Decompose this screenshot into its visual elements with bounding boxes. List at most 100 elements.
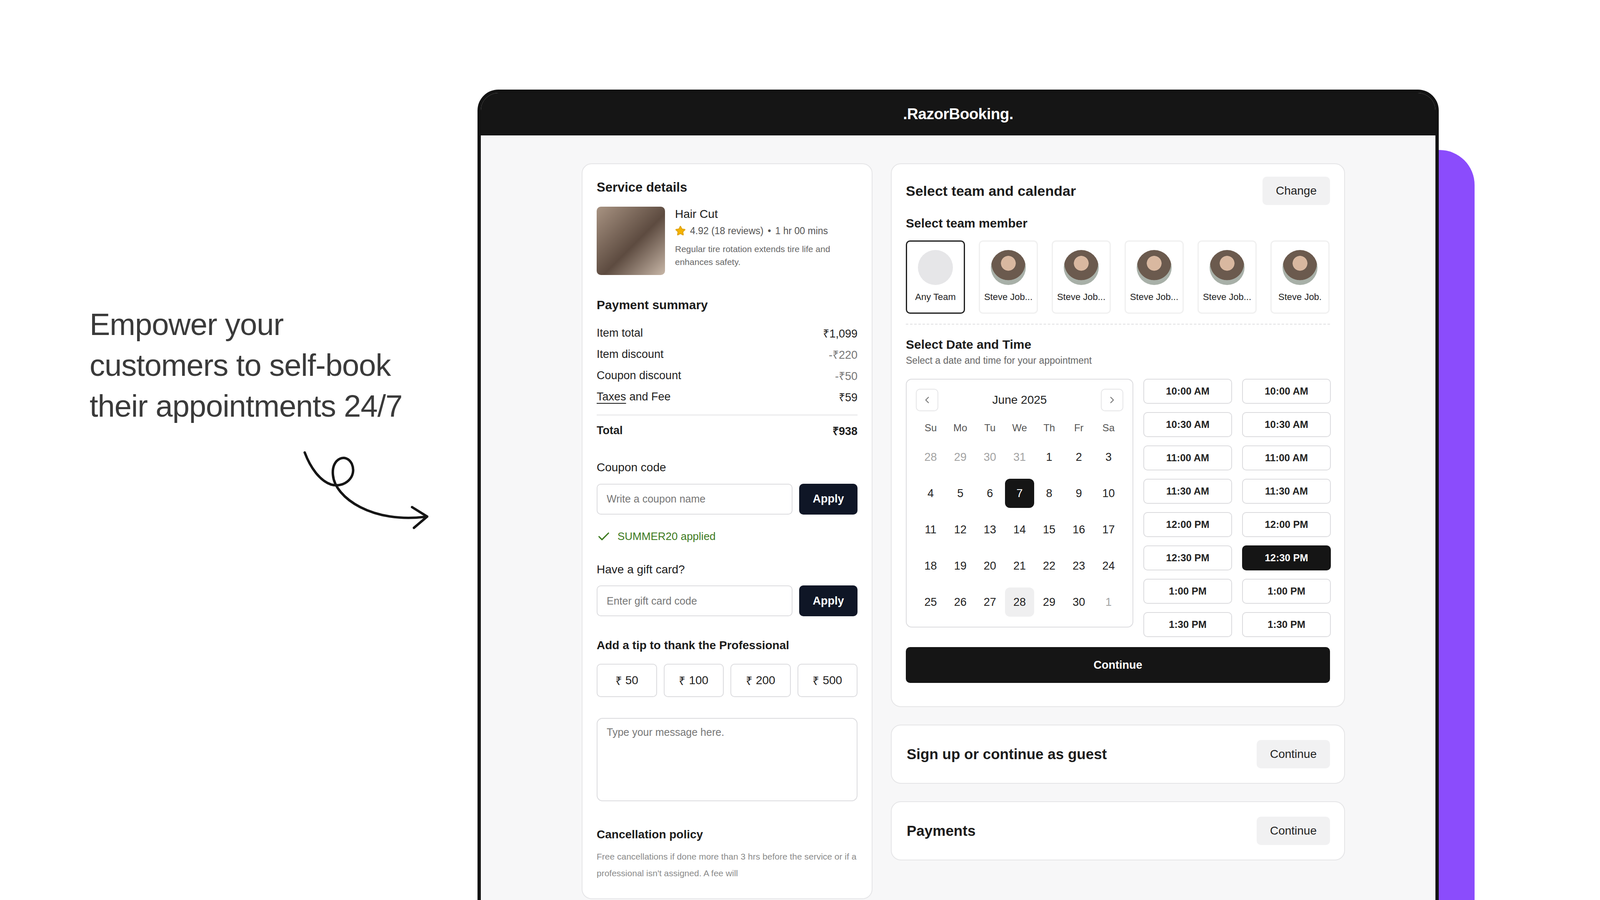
- cancellation-heading: Cancellation policy: [596, 827, 858, 843]
- payment-label-link[interactable]: Taxes: [596, 390, 627, 403]
- calendar-day[interactable]: 16: [1064, 515, 1094, 545]
- avatar: [1063, 250, 1099, 285]
- calendar-day[interactable]: 3: [1093, 442, 1123, 472]
- time-slot[interactable]: 10:30 AM: [1242, 412, 1331, 438]
- time-slot[interactable]: 12:00 PM: [1242, 512, 1331, 538]
- calendar-day[interactable]: 6: [975, 478, 1005, 508]
- gift-card-input[interactable]: [596, 585, 793, 617]
- time-slot[interactable]: 10:00 AM: [1242, 378, 1331, 404]
- service-heading: Service details: [596, 179, 858, 196]
- calendar-day[interactable]: 27: [975, 587, 1005, 617]
- calendar-day[interactable]: 25: [916, 587, 946, 617]
- weekday: We: [1004, 417, 1035, 436]
- tip-currency: ₹: [812, 672, 820, 689]
- team-member[interactable]: Steve Job...: [1051, 240, 1111, 314]
- step-continue-button[interactable]: Continue: [1256, 816, 1330, 845]
- tip-button[interactable]: ₹100: [663, 663, 725, 698]
- payment-row: Item total₹1,099: [596, 325, 858, 341]
- calendar-day[interactable]: 21: [1005, 551, 1035, 581]
- step-continue-button[interactable]: Continue: [1256, 740, 1330, 769]
- month-label: June 2025: [992, 393, 1048, 407]
- calendar-day[interactable]: 18: [916, 551, 946, 581]
- time-slot[interactable]: 1:30 PM: [1143, 612, 1233, 638]
- calendar-day[interactable]: 4: [916, 478, 946, 508]
- calendar-day[interactable]: 1: [1093, 587, 1123, 617]
- prev-month-button[interactable]: [915, 388, 939, 412]
- gift-card-label: Have a gift card?: [596, 562, 858, 578]
- dashed-divider: [905, 323, 1330, 325]
- calendar-day[interactable]: 15: [1034, 515, 1064, 545]
- time-slot[interactable]: 1:30 PM: [1242, 612, 1331, 638]
- headline-line: Empower your: [89, 304, 478, 345]
- time-slot[interactable]: 12:30 PM: [1242, 545, 1331, 571]
- time-slot[interactable]: 1:00 PM: [1242, 578, 1331, 604]
- time-slot[interactable]: 12:30 PM: [1143, 545, 1233, 571]
- tip-heading: Add a tip to thank the Professional: [596, 637, 858, 653]
- calendar-day[interactable]: 1: [1034, 442, 1064, 472]
- tip-button[interactable]: ₹200: [730, 663, 791, 698]
- time-slot[interactable]: 12:00 PM: [1143, 512, 1233, 538]
- time-slot[interactable]: 11:30 AM: [1242, 478, 1331, 504]
- avatar: [917, 250, 953, 285]
- team-member[interactable]: Steve Job...: [1197, 240, 1257, 314]
- calendar-day[interactable]: 28: [1005, 587, 1035, 617]
- calendar-day[interactable]: 30: [1064, 587, 1094, 617]
- rating-stars: [675, 225, 686, 237]
- calendar-day[interactable]: 10: [1093, 478, 1123, 508]
- continue-button[interactable]: Continue: [905, 647, 1330, 683]
- calendar-day[interactable]: 28: [916, 442, 946, 472]
- time-slot[interactable]: 10:00 AM: [1143, 378, 1233, 404]
- weekday: Sa: [1093, 417, 1124, 436]
- calendar-day[interactable]: 31: [1005, 442, 1035, 472]
- calendar-day[interactable]: 30: [975, 442, 1005, 472]
- calendar-day[interactable]: 24: [1093, 551, 1123, 581]
- calendar-day[interactable]: 5: [945, 478, 975, 508]
- time-slot[interactable]: 11:30 AM: [1143, 478, 1233, 504]
- time-slot[interactable]: 11:00 AM: [1242, 445, 1331, 471]
- tip-options: ₹50₹100₹200₹500: [596, 663, 858, 698]
- schedule-header: Select team and calendarChange: [905, 176, 1330, 205]
- calendar-day[interactable]: 11: [916, 515, 946, 545]
- coupon-input[interactable]: [596, 483, 793, 515]
- calendar-day[interactable]: 20: [975, 551, 1005, 581]
- calendar-day[interactable]: 29: [945, 442, 975, 472]
- calendar-day[interactable]: 26: [945, 587, 975, 617]
- calendar-day[interactable]: 14: [1005, 515, 1035, 545]
- avatar: [990, 250, 1026, 285]
- change-button[interactable]: Change: [1262, 176, 1330, 205]
- calendar-day[interactable]: 12: [945, 515, 975, 545]
- calendar-day[interactable]: 17: [1093, 515, 1123, 545]
- time-slot[interactable]: 1:00 PM: [1143, 578, 1233, 604]
- calendar-grid: SuMoTuWeThFrSa28293031123456789101112131…: [915, 417, 1124, 617]
- payment-value: ₹59: [838, 389, 858, 405]
- tip-button[interactable]: ₹500: [797, 663, 858, 698]
- service-meta: 4.92 (18 reviews)•1 hr 00 mins: [675, 225, 858, 237]
- team-member[interactable]: Steve Job.: [1270, 240, 1330, 314]
- payment-label: Item total: [596, 326, 643, 340]
- team-member[interactable]: Steve Job...: [978, 240, 1038, 314]
- calendar-day[interactable]: 13: [975, 515, 1005, 545]
- calendar-day[interactable]: 22: [1034, 551, 1064, 581]
- calendar-day[interactable]: 23: [1064, 551, 1094, 581]
- tip-currency: ₹: [615, 672, 623, 689]
- team-member[interactable]: Steve Job...: [1124, 240, 1184, 314]
- calendar-day[interactable]: 8: [1034, 478, 1064, 508]
- time-column: 10:00 AM 10:30 AM 11:00 AM 11:30 AM 12:00 PM…: [1242, 378, 1331, 638]
- next-month-button[interactable]: [1100, 388, 1124, 412]
- calendar-day[interactable]: 19: [945, 551, 975, 581]
- calendar-day[interactable]: 7: [1005, 478, 1035, 508]
- calendar-day[interactable]: 9: [1064, 478, 1094, 508]
- arrow-icon: [300, 448, 437, 543]
- time-slot[interactable]: 11:00 AM: [1143, 445, 1233, 471]
- time-slot[interactable]: 10:30 AM: [1143, 412, 1233, 438]
- calendar-day[interactable]: 2: [1064, 442, 1094, 472]
- weekday: Th: [1034, 417, 1065, 436]
- coupon-apply-button[interactable]: Apply: [799, 483, 858, 515]
- tip-button[interactable]: ₹50: [596, 663, 658, 698]
- team-member[interactable]: Any Team: [905, 240, 965, 314]
- tip-amount: 50: [625, 673, 639, 688]
- calendar-day[interactable]: 29: [1034, 587, 1064, 617]
- message-input[interactable]: [596, 717, 858, 802]
- coupon-row: Apply: [596, 483, 858, 515]
- gift-card-apply-button[interactable]: Apply: [799, 585, 858, 617]
